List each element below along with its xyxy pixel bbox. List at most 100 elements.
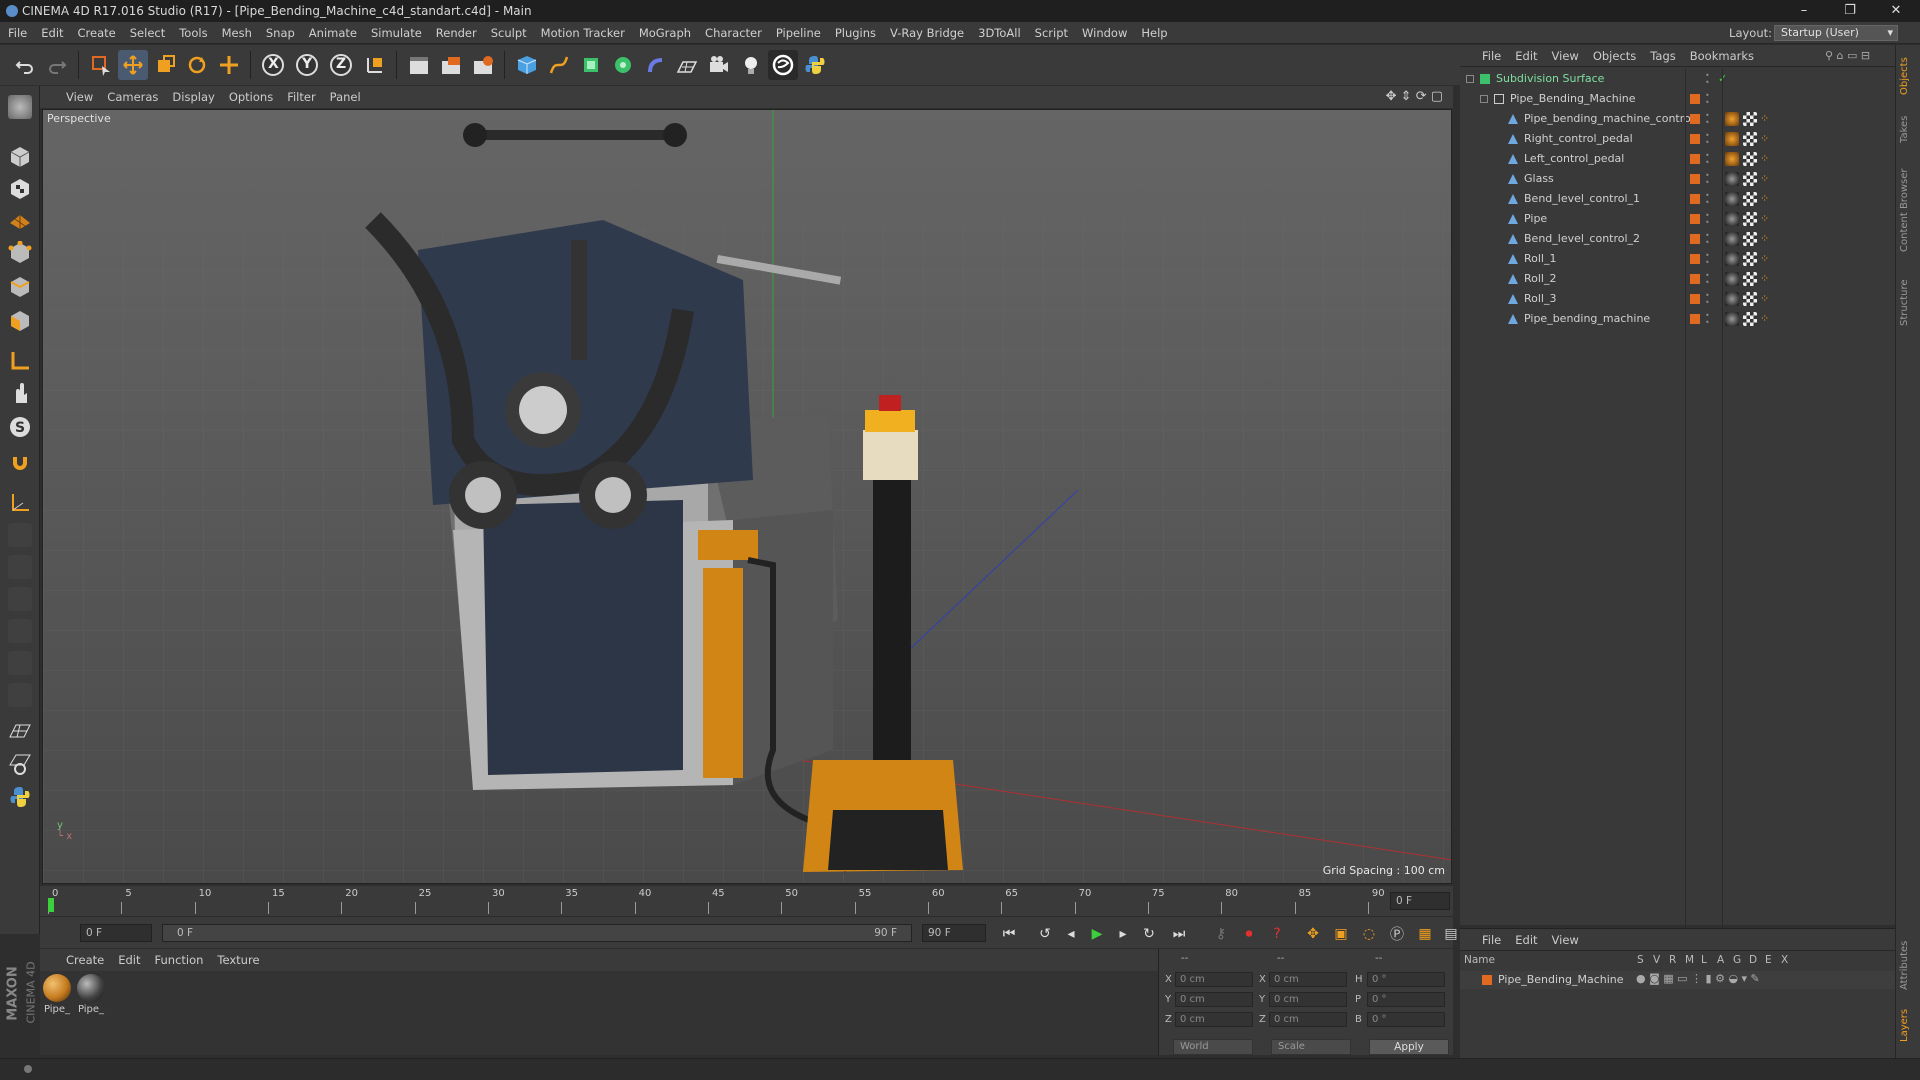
record-button[interactable]: ⏺ [1238,924,1260,944]
viewport-menu-options[interactable]: Options [222,86,280,108]
uvw-tag-icon[interactable] [1743,112,1757,126]
menu-help[interactable]: Help [1134,22,1174,44]
record-parameter-button[interactable]: Ⓟ [1386,924,1408,944]
layer-name[interactable]: Pipe_Bending_Machine [1498,973,1624,986]
sculpt-tool-6-button[interactable] [5,680,35,710]
side-tab-attributes[interactable]: Attributes [1899,935,1917,995]
object-row[interactable]: Left_control_pedal • • ⁘ [1460,149,1895,169]
z-axis-lock-button[interactable]: Z [326,50,356,80]
side-tab-objects[interactable]: Objects [1899,51,1917,101]
layer-color-icon[interactable] [1690,94,1700,104]
sculpt-tool-1-button[interactable] [5,520,35,550]
visibility-dots-icon[interactable]: • • [1705,292,1710,307]
material-swatch[interactable]: Pipe_ [42,974,72,1015]
visibility-dots-icon[interactable]: • • [1705,92,1710,107]
previous-key-button[interactable]: ↺ [1034,924,1056,944]
object-row[interactable]: Pipe_Bending_Machine • • [1460,89,1895,109]
x-axis-lock-button[interactable]: X [258,50,288,80]
menu-simulate[interactable]: Simulate [364,22,429,44]
material-tag-icon[interactable] [1725,152,1739,166]
material-tag-icon[interactable] [1725,112,1739,126]
visibility-dots-icon[interactable]: • • [1705,212,1710,227]
texture-mode-button[interactable] [5,174,35,204]
phong-tag-icon[interactable]: ⁘ [1760,192,1774,206]
rotation-b-field[interactable]: 0 ° [1367,1012,1445,1027]
material-menu-texture[interactable]: Texture [210,949,266,971]
material-menu-create[interactable]: Create [40,949,111,971]
object-name[interactable]: Pipe_bending_machine_control [1524,109,1694,129]
redo-button[interactable] [42,50,72,80]
play-button[interactable]: ▶ [1086,924,1108,944]
layers-menu-edit[interactable]: Edit [1508,929,1544,951]
viewport-menu-view[interactable]: View [40,86,100,108]
visibility-dots-icon[interactable]: • • [1705,152,1710,167]
visibility-dots-icon[interactable]: • • [1705,312,1710,327]
vray-button[interactable] [768,50,798,80]
menu-3dtoall[interactable]: 3DToAll [971,22,1028,44]
object-row[interactable]: Pipe_bending_machine • • ⁘ [1460,309,1895,329]
layers-menu-file[interactable]: File [1460,929,1508,951]
scale-tool-button[interactable] [150,50,180,80]
object-name[interactable]: Pipe_bending_machine [1524,309,1650,329]
move-tool-button[interactable] [118,50,148,80]
object-name[interactable]: Bend_level_control_2 [1524,229,1640,249]
object-name[interactable]: Roll_2 [1524,269,1557,289]
position-z-field[interactable]: 0 cm [1175,1012,1253,1027]
size-z-field[interactable]: 0 cm [1269,1012,1347,1027]
close-button[interactable]: ✕ [1876,0,1916,22]
workplane-axis-button[interactable] [5,488,35,518]
maximize-button[interactable]: ❐ [1830,0,1870,22]
layer-color-icon[interactable] [1690,294,1700,304]
render-view-button[interactable] [404,50,434,80]
side-tab-takes[interactable]: Takes [1899,109,1917,149]
timeline-ruler[interactable]: 0 5 10 15 20 25 30 35 40 45 50 55 60 65 70 75 80 85 90 0 F [40,886,1453,916]
record-scale-button[interactable]: ▣ [1330,924,1352,944]
uvw-tag-icon[interactable] [1743,152,1757,166]
object-row[interactable]: Bend_level_control_1 • • ⁘ [1460,189,1895,209]
objects-menu-objects[interactable]: Objects [1586,45,1643,67]
uvw-tag-icon[interactable] [1743,132,1757,146]
menu-animate[interactable]: Animate [302,22,364,44]
object-row[interactable]: Right_control_pedal • • ⁘ [1460,129,1895,149]
material-tag-icon[interactable] [1725,172,1739,186]
layer-color-icon[interactable] [1690,114,1700,124]
uvw-tag-icon[interactable] [1743,252,1757,266]
menu-edit[interactable]: Edit [34,22,70,44]
current-frame-field[interactable]: 0 F [1390,892,1450,910]
object-manager-search-icons[interactable]: ⚲ ⌂ ▭ ⊟ [1825,45,1870,67]
object-row[interactable]: Roll_2 • • ⁘ [1460,269,1895,289]
y-axis-lock-button[interactable]: Y [292,50,322,80]
layer-color-icon[interactable] [1690,154,1700,164]
visibility-dots-icon[interactable]: • • [1705,252,1710,267]
apply-button[interactable]: Apply [1369,1039,1449,1055]
object-row[interactable]: Subdivision Surface✓•• [1460,69,1895,89]
side-tab-content-browser[interactable]: Content Browser [1899,155,1917,265]
layer-color-icon[interactable] [1690,134,1700,144]
menu-pipeline[interactable]: Pipeline [769,22,828,44]
menu-vray-bridge[interactable]: V-Ray Bridge [883,22,971,44]
menu-window[interactable]: Window [1075,22,1134,44]
live-selection-button[interactable] [86,50,116,80]
visibility-dots-icon[interactable]: • • [1705,132,1710,147]
objects-menu-file[interactable]: File [1460,45,1508,67]
model-mode-button[interactable] [5,142,35,172]
object-row[interactable]: Glass • • ⁘ [1460,169,1895,189]
object-name[interactable]: Right_control_pedal [1524,129,1633,149]
make-editable-button[interactable] [5,92,35,122]
object-name[interactable]: Subdivision Surface [1496,69,1604,89]
expand-toggle-icon[interactable] [1480,95,1488,103]
object-row[interactable]: Bend_level_control_2 • • ⁘ [1460,229,1895,249]
phong-tag-icon[interactable]: ⁘ [1760,132,1774,146]
viewport-menu-panel[interactable]: Panel [323,86,368,108]
add-nurbs-button[interactable] [576,50,606,80]
objects-menu-view[interactable]: View [1545,45,1586,67]
coordinate-mode-select[interactable]: World [1173,1039,1253,1055]
record-pla-button[interactable]: ▦ [1414,924,1436,944]
points-mode-button[interactable] [5,238,35,268]
sculpt-tool-3-button[interactable] [5,584,35,614]
material-tag-icon[interactable] [1725,252,1739,266]
python-button[interactable] [800,50,830,80]
objects-menu-tags[interactable]: Tags [1643,45,1682,67]
rotation-h-field[interactable]: 0 ° [1367,972,1445,987]
python-script-button[interactable] [5,782,35,812]
